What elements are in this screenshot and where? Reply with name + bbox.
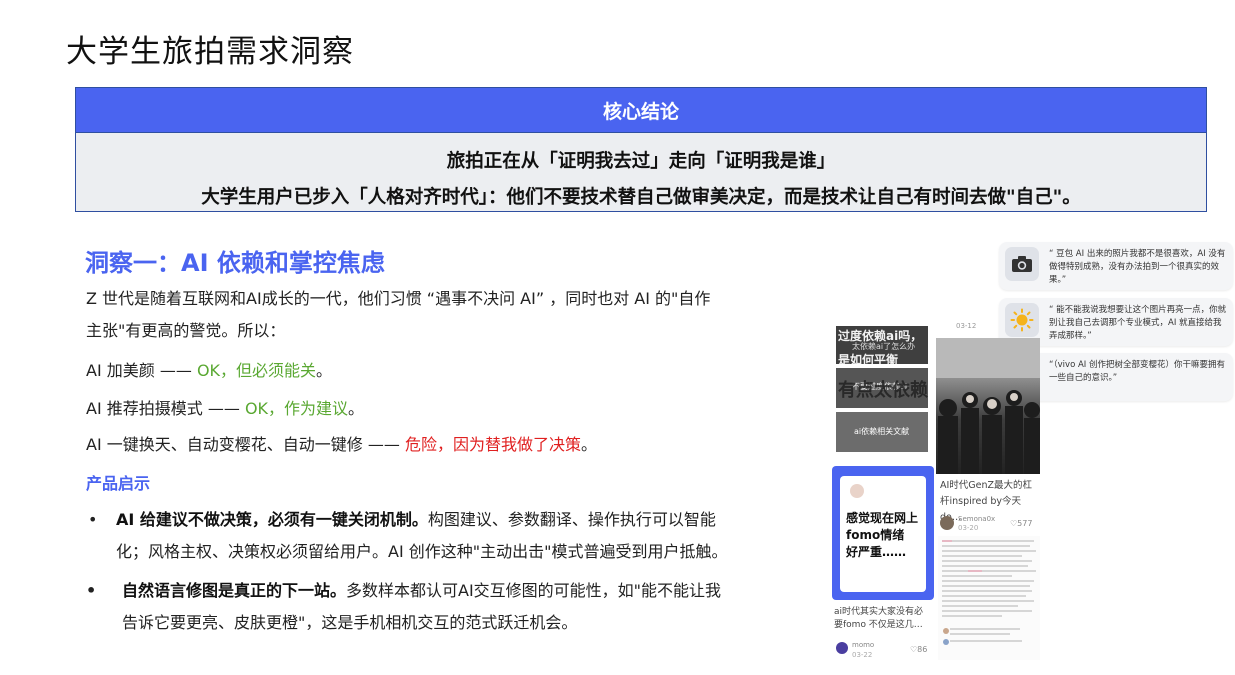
core-conclusion-header: 核心结论 <box>76 88 1206 133</box>
bullet-text-cont: 告诉它要更亮、皮肤更橙"，这是手机相机交互的范式跃迁机会。 <box>122 613 578 632</box>
bullet-marker: • <box>88 510 98 529</box>
crowd-photo-image <box>936 338 1040 474</box>
core-conclusion-line-2: 大学生用户已步入「人格对齐时代」：他们不要技术替自己做审美决定，而是技术让自己有… <box>201 187 1081 208</box>
bullet-bold: 自然语言修图是真正的下一站。 <box>122 581 347 600</box>
ai-row-beauty: AI 加美颜 —— OK，但必须能关。 <box>86 355 826 387</box>
core-conclusion-box: 核心结论 旅拍正在从「证明我去过」走向「证明我是谁」 大学生用户已步入「人格对齐… <box>75 87 1207 212</box>
bullet-text-cont: 化；风格主权、决策权必须留给用户。AI 创作这种"主动出击"模式普遍受到用户抵触… <box>116 542 728 561</box>
fomo-post-text: 感觉现在网上 fomo情绪 好严重…… <box>846 510 918 561</box>
page-title: 大学生旅拍需求洞察 <box>66 34 354 70</box>
post-tile[interactable]: 过度依赖ai吗， 太依赖ai了怎么办 是如何平衡 <box>836 326 928 364</box>
insight-intro-line-1: Z 世代是随着互联网和AI成长的一代，他们习惯 “遇事不决问 AI” ，同时也对… <box>86 289 711 308</box>
quote-text: “ 能不能我说我想要让这个图片再亮一点，你就别让我自己去调那个专业模式，AI 就… <box>1049 305 1227 341</box>
ai-row-verdict: 危险，因为替我做了决策 <box>404 435 581 454</box>
ai-row-suffix: 。 <box>580 435 597 454</box>
bullet-text: 构图建议、参数翻译、操作执行可以智能 <box>427 510 716 529</box>
post-username: Semona0x <box>958 515 996 523</box>
blurred-screenshot <box>938 536 1040 660</box>
post-date: 03-20 <box>958 524 979 532</box>
tile-text: ai依赖相关文献 <box>854 427 910 436</box>
fomo-post-card[interactable]: 感觉现在网上 fomo情绪 好严重…… <box>832 466 934 600</box>
product-bullet-2: • 自然语言修图是真正的下一站。多数样本都认可AI交互修图的可能性，如"能不能让… <box>86 575 822 639</box>
post-tile[interactable]: 不要过度依赖ai 有点太依赖 <box>836 368 928 408</box>
insight-intro-line-2: 主张"有更高的警觉。所以： <box>86 321 286 340</box>
like-number: 86 <box>917 645 928 654</box>
ai-row-one-click: AI 一键换天、自动变樱花、自动一键修 —— 危险，因为替我做了决策。 <box>86 429 826 461</box>
quote-card: “ 豆包 AI 出来的照片我都不是很喜欢，AI 没有做得特别成熟，没有办法拍到一… <box>999 242 1233 290</box>
ai-row-suffix: 。 <box>348 399 365 418</box>
quote-text: “ 豆包 AI 出来的照片我都不是很喜欢，AI 没有做得特别成熟，没有办法拍到一… <box>1049 249 1226 285</box>
product-bullet-1: • AI 给建议不做决策，必须有一键关闭机制。构图建议、参数翻译、操作执行可以智… <box>88 504 826 568</box>
bullet-marker: • <box>86 581 97 600</box>
avatar <box>836 642 848 654</box>
ai-row-suffix: 。 <box>316 361 333 380</box>
bullet-bold: AI 给建议不做决策，必须有一键关闭机制。 <box>116 510 428 529</box>
like-count: ♡577 <box>1010 519 1032 528</box>
tile-text: 是如何平衡 <box>838 353 899 364</box>
quote-text: “（vivo AI 创作把树全部变樱花）你干嘛要拥有一些自己的意识。” <box>1049 360 1226 383</box>
ai-row-prefix: AI 推荐拍摄模式 —— <box>86 399 245 418</box>
like-count: ♡86 <box>910 645 927 654</box>
product-insight-title: 产品启示 <box>86 474 151 493</box>
avatar <box>850 484 864 498</box>
avatar <box>940 516 954 530</box>
crowd-photo[interactable] <box>936 338 1040 474</box>
fomo-line: 感觉现在网上 <box>846 511 919 525</box>
tile-text: 有点太依赖 <box>838 380 928 401</box>
ai-row-verdict: OK，作为建议 <box>244 399 349 418</box>
fomo-post-caption: ai时代其实大家没有必要fomo 不仅是这几… <box>834 607 924 630</box>
fomo-post-inner: 感觉现在网上 fomo情绪 好严重…… <box>840 476 926 592</box>
post-date: 03-22 <box>852 651 873 659</box>
ai-row-recommend-mode: AI 推荐拍摄模式 —— OK，作为建议。 <box>86 393 826 425</box>
fomo-line: 好严重…… <box>846 545 907 559</box>
post-tile[interactable]: ai依赖相关文献 <box>836 412 928 452</box>
bullet-text: 多数样本都认可AI交互修图的可能性，如"能不能让我 <box>346 581 722 600</box>
like-number: 577 <box>1017 519 1033 528</box>
fomo-line: fomo情绪 <box>846 528 905 542</box>
camera-icon <box>1005 247 1039 281</box>
core-conclusion-line-1: 旅拍正在从「证明我去过」走向「证明我是谁」 <box>446 151 836 172</box>
post-date: 03-12 <box>956 322 977 330</box>
insight-intro: Z 世代是随着互联网和AI成长的一代，他们习惯 “遇事不决问 AI” ，同时也对… <box>86 283 826 347</box>
post-username: momo <box>852 641 875 649</box>
ai-row-prefix: AI 一键换天、自动变樱花、自动一键修 —— <box>86 435 405 454</box>
insight-title: 洞察一：AI 依赖和掌控焦虑 <box>85 249 385 277</box>
social-post-collage: 过度依赖ai吗， 太依赖ai了怎么办 是如何平衡 不要过度依赖ai 有点太依赖 … <box>832 320 1042 662</box>
blurred-text-lines <box>942 540 1036 645</box>
ai-row-prefix: AI 加美颜 —— <box>86 361 197 380</box>
ai-row-verdict: OK，但必须能关 <box>196 361 317 380</box>
